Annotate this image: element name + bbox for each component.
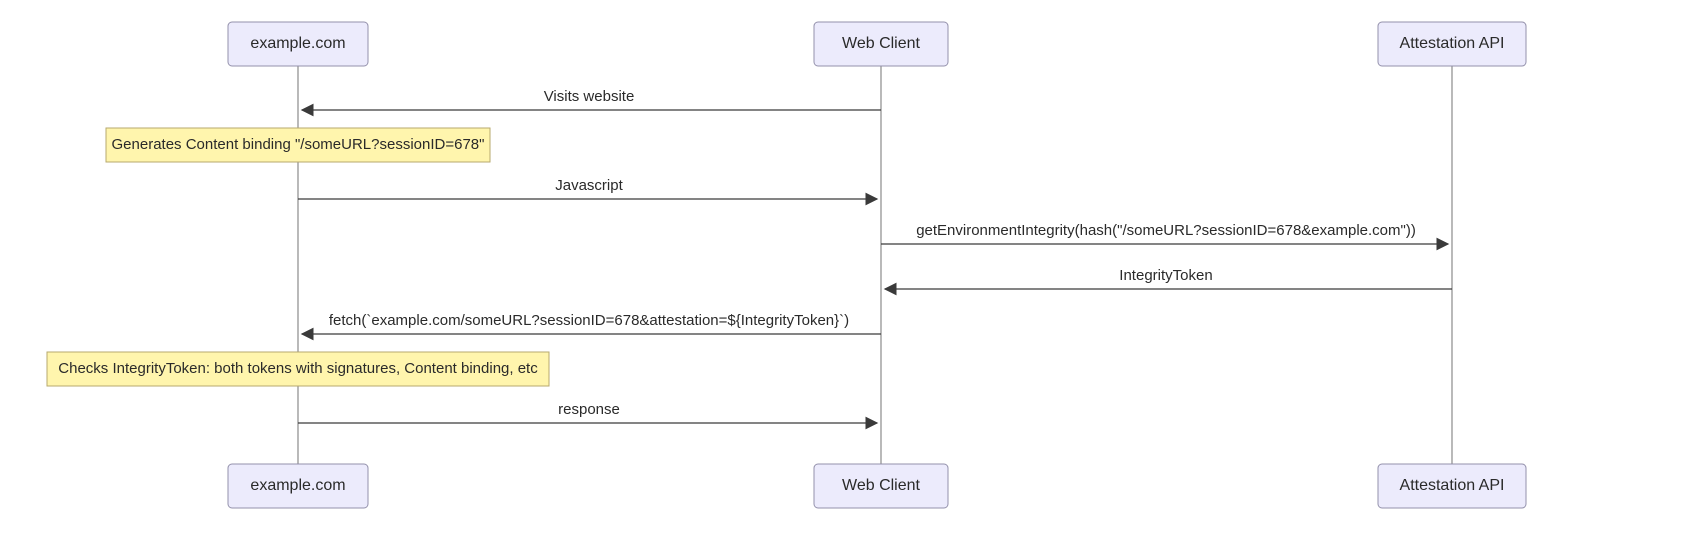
participant-example-top: example.com [228, 22, 368, 66]
sequence-diagram: example.com Web Client Attestation API e… [0, 0, 1685, 557]
participant-attest-bottom: Attestation API [1378, 464, 1526, 508]
participant-client-label: Web Client [842, 35, 921, 52]
svg-text:example.com: example.com [250, 477, 345, 494]
note-content-binding: Generates Content binding "/someURL?sess… [106, 128, 490, 162]
svg-text:Web Client: Web Client [842, 477, 921, 494]
msg-integrity-token: IntegrityToken [1119, 267, 1212, 284]
participant-client-top: Web Client [814, 22, 948, 66]
msg-get-env-integrity: getEnvironmentIntegrity(hash("/someURL?s… [916, 222, 1416, 239]
msg-visits-website: Visits website [544, 88, 635, 105]
participant-example-label: example.com [250, 35, 345, 52]
participant-client-bottom: Web Client [814, 464, 948, 508]
svg-text:Generates Content binding "/so: Generates Content binding "/someURL?sess… [112, 136, 485, 153]
msg-response: response [558, 401, 620, 418]
participant-attest-label: Attestation API [1400, 35, 1505, 52]
svg-text:Attestation API: Attestation API [1400, 477, 1505, 494]
msg-javascript: Javascript [555, 177, 623, 194]
participant-example-bottom: example.com [228, 464, 368, 508]
participant-attest-top: Attestation API [1378, 22, 1526, 66]
note-checks-token: Checks IntegrityToken: both tokens with … [47, 352, 549, 386]
svg-text:Checks IntegrityToken: both to: Checks IntegrityToken: both tokens with … [58, 360, 538, 377]
msg-fetch: fetch(`example.com/someURL?sessionID=678… [329, 312, 849, 329]
